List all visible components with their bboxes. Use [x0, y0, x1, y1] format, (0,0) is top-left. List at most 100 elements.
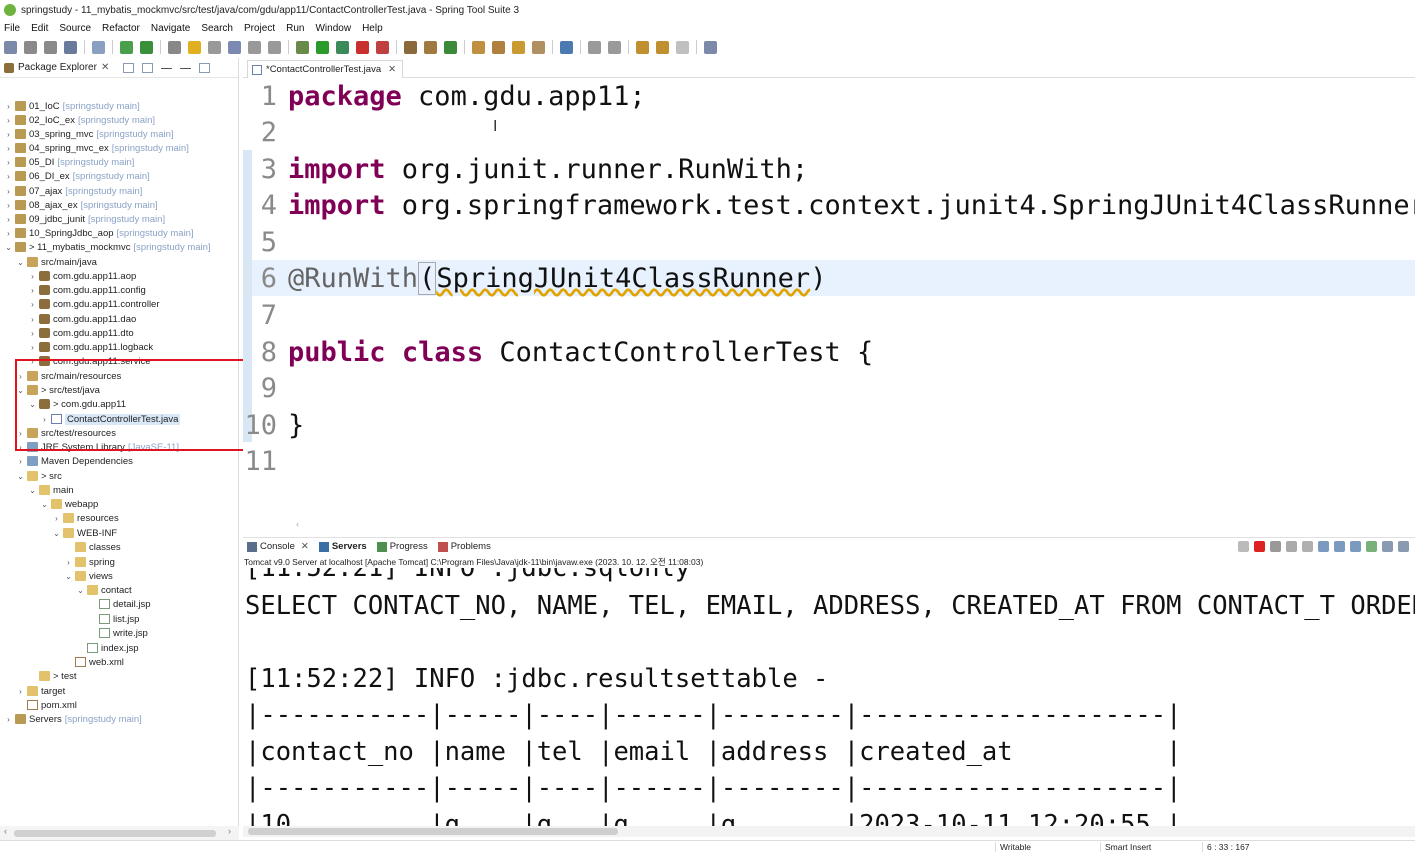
remove-all-icon[interactable]: [1270, 541, 1281, 552]
tree-item[interactable]: ⌄ views: [64, 569, 113, 583]
chevron-down-icon[interactable]: ⌄: [16, 258, 25, 267]
terminate-icon[interactable]: [1254, 541, 1265, 552]
word-wrap-icon[interactable]: [1318, 541, 1329, 552]
search-icon[interactable]: [512, 40, 525, 54]
open-type-icon[interactable]: [472, 40, 485, 54]
tree-item[interactable]: › 01_IoC [springstudy main]: [4, 99, 140, 113]
skip-breakpoints-icon[interactable]: [92, 40, 105, 54]
console-hscroll[interactable]: [243, 826, 1415, 837]
chevron-right-icon[interactable]: ›: [4, 201, 13, 210]
new-java-project-icon[interactable]: [404, 40, 417, 54]
tree-item[interactable]: › 05_DI [springstudy main]: [4, 155, 134, 169]
tree-item[interactable]: ⌄ > src: [16, 469, 62, 483]
chevron-down-icon[interactable]: ⌄: [52, 529, 61, 538]
tree-item[interactable]: › com.gdu.app11.aop: [28, 269, 136, 283]
chevron-right-icon[interactable]: ›: [52, 514, 61, 523]
chevron-right-icon[interactable]: ›: [40, 415, 49, 424]
chevron-down-icon[interactable]: ⌄: [64, 572, 73, 581]
new-icon[interactable]: [4, 40, 17, 54]
tree-item[interactable]: ⌄ src/main/java: [16, 255, 97, 269]
menu-refactor[interactable]: Refactor: [102, 23, 140, 34]
close-icon[interactable]: ✕: [301, 541, 309, 552]
tree-item[interactable]: › 10_SpringJdbc_aop [springstudy main]: [4, 226, 193, 240]
chevron-down-icon[interactable]: ⌄: [76, 586, 85, 595]
menu-project[interactable]: Project: [244, 23, 275, 34]
chevron-right-icon[interactable]: ›: [4, 144, 13, 153]
maximize-icon[interactable]: [199, 62, 211, 73]
scroll-lock-icon[interactable]: [1302, 541, 1313, 552]
tree-item[interactable]: › src/main/resources: [16, 369, 121, 383]
chevron-right-icon[interactable]: ›: [4, 229, 13, 238]
code-line[interactable]: 7: [243, 297, 288, 333]
tree-item[interactable]: > test: [28, 669, 77, 683]
code-line[interactable]: 2: [243, 114, 288, 150]
chevron-right-icon[interactable]: ›: [4, 102, 13, 111]
scroll-thumb[interactable]: [248, 828, 618, 835]
chevron-right-icon[interactable]: ›: [28, 286, 37, 295]
tree-item[interactable]: › com.gdu.app11.logback: [28, 340, 153, 354]
close-icon[interactable]: ✕: [101, 62, 109, 73]
chevron-right-icon[interactable]: ›: [4, 130, 13, 139]
chevron-right-icon[interactable]: ›: [16, 443, 25, 452]
menu-search[interactable]: Search: [201, 23, 233, 34]
tree-item[interactable]: list.jsp: [88, 612, 139, 626]
new-class-icon[interactable]: [444, 40, 457, 54]
forward-icon[interactable]: [676, 40, 689, 54]
tree-item[interactable]: › JRE System Library [JavaSE-11]: [16, 440, 179, 454]
tree-item[interactable]: › src/test/resources: [16, 426, 116, 440]
tab-console[interactable]: Console ✕: [243, 541, 315, 552]
code-line[interactable]: 9: [243, 370, 288, 406]
tree-item[interactable]: › resources: [52, 511, 119, 525]
tree-item[interactable]: › ContactControllerTest.java: [40, 412, 181, 426]
tree-item[interactable]: › 08_ajax_ex [springstudy main]: [4, 198, 158, 212]
chevron-right-icon[interactable]: ›: [16, 687, 25, 696]
collapse-all-icon[interactable]: [123, 62, 135, 73]
tree-item[interactable]: › 03_spring_mvc [springstudy main]: [4, 127, 173, 141]
open-console-icon[interactable]: [704, 40, 717, 54]
view-menu-icon[interactable]: [161, 67, 173, 69]
block-select-icon[interactable]: [228, 40, 241, 54]
chevron-right-icon[interactable]: ›: [28, 357, 37, 366]
link-with-editor-icon[interactable]: [142, 62, 154, 73]
tree-item[interactable]: pom.xml: [16, 698, 77, 712]
toggle-mark-icon[interactable]: [188, 40, 201, 54]
tree-item[interactable]: › com.gdu.app11.controller: [28, 297, 159, 311]
tree-item[interactable]: › 06_DI_ex [springstudy main]: [4, 169, 150, 183]
chevron-down-icon[interactable]: ⌄: [16, 472, 25, 481]
last-edit-icon[interactable]: [636, 40, 649, 54]
tree-item[interactable]: › 04_spring_mvc_ex [springstudy main]: [4, 141, 189, 155]
show-console-stdout-icon[interactable]: [1334, 541, 1345, 552]
tree-item[interactable]: ⌄ contact: [76, 583, 132, 597]
tree-item[interactable]: › target: [16, 684, 65, 698]
chevron-right-icon[interactable]: ›: [4, 215, 13, 224]
paragraph-icon[interactable]: [268, 40, 281, 54]
tree-item[interactable]: › spring: [64, 555, 115, 569]
chevron-right-icon[interactable]: ›: [28, 300, 37, 309]
code-line[interactable]: 11: [243, 443, 288, 479]
tab-progress[interactable]: Progress: [373, 541, 434, 552]
remove-launch-icon[interactable]: [1238, 541, 1249, 552]
chevron-right-icon[interactable]: ›: [4, 187, 13, 196]
chevron-right-icon[interactable]: ›: [28, 329, 37, 338]
tree-item[interactable]: detail.jsp: [88, 597, 151, 611]
tree-item[interactable]: › 07_ajax [springstudy main]: [4, 184, 142, 198]
scroll-thumb[interactable]: [14, 830, 216, 837]
tree-item[interactable]: › com.gdu.app11.dao: [28, 312, 136, 326]
scroll-left-icon[interactable]: ‹: [296, 519, 299, 529]
tree-item[interactable]: › com.gdu.app11.dto: [28, 326, 133, 340]
menu-file[interactable]: File: [4, 23, 20, 34]
save-all-icon[interactable]: [44, 40, 57, 54]
menu-navigate[interactable]: Navigate: [151, 23, 190, 34]
editor-tab-contactcontrollertest[interactable]: *ContactControllerTest.java ✕: [247, 60, 404, 78]
minimize-icon[interactable]: [180, 67, 192, 69]
chevron-down-icon[interactable]: ⌄: [16, 386, 25, 395]
chevron-right-icon[interactable]: ›: [16, 372, 25, 381]
tree-item[interactable]: index.jsp: [76, 641, 139, 655]
chevron-down-icon[interactable]: ⌄: [28, 486, 37, 495]
code-line[interactable]: 6 @RunWith(SpringJUnit4ClassRunner): [243, 260, 826, 296]
menu-edit[interactable]: Edit: [31, 23, 48, 34]
menu-window[interactable]: Window: [315, 23, 351, 34]
external-tools-icon[interactable]: [376, 40, 389, 54]
tree-item[interactable]: ⌄ webapp: [40, 497, 98, 511]
chevron-right-icon[interactable]: ›: [28, 315, 37, 324]
